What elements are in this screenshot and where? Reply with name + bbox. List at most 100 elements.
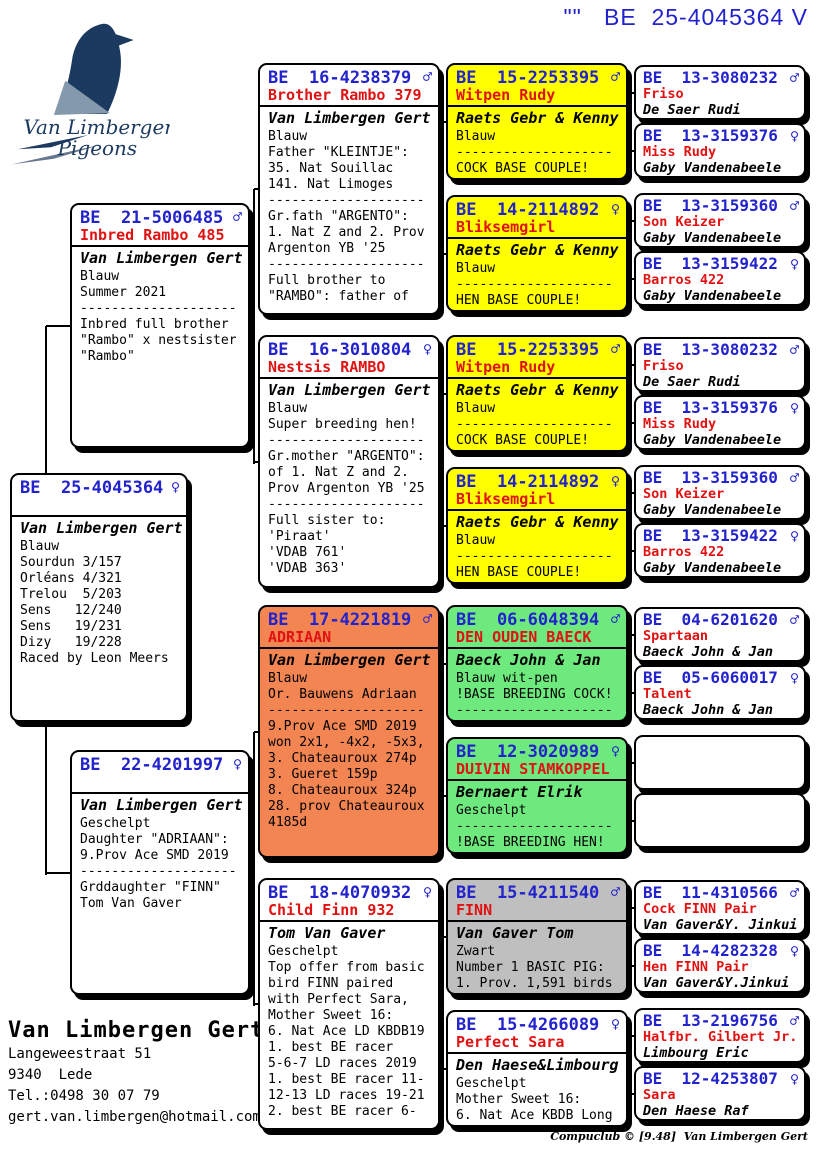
owner-name: Limbourg Eric [643, 1045, 799, 1061]
female-sex-icon: ♀ [171, 479, 180, 495]
body-line: -------------------- [80, 864, 242, 880]
connector-line [253, 732, 255, 1007]
title-gap [582, 4, 604, 30]
female-sex-icon: ♀ [233, 756, 242, 772]
body-line: Mother Sweet 16: [456, 1092, 620, 1108]
box-header: BE 12-3020989 ♀ [456, 743, 620, 761]
body-line: -------------------- [456, 703, 620, 719]
ring-number: BE 15-4266089 [456, 1016, 599, 1034]
connector-line [253, 189, 255, 464]
ring-number: BE 13-3159422 [643, 528, 778, 544]
bird-name: DUIVIN STAMKOPPEL [448, 761, 626, 781]
body-line: -------------------- [268, 497, 432, 513]
owner-address-block: Van Limbergen Gert Langeweestraat 51 934… [8, 1018, 264, 1128]
male-sex-icon: ♂ [233, 209, 242, 225]
bird-name: Brother Rambo 379 [260, 87, 438, 107]
pedigree-box: BE 12-3020989♀DUIVIN STAMKOPPELBernaert … [446, 737, 628, 854]
connector-line [441, 937, 443, 1071]
body-line: Number 1 BASIC PIG: [456, 960, 620, 976]
body-line: 'VDAB 761' [268, 545, 432, 561]
body-line: 2. best BE racer 6- [268, 1104, 432, 1120]
owner-name: Van Gaver Tom [456, 924, 620, 943]
owner-name: Baeck John & Jan [643, 702, 799, 718]
pedigree-box: BE 11-4310566♂Cock FINN PairVan Gaver&Y.… [634, 880, 806, 935]
female-sex-icon: ♀ [611, 743, 620, 759]
body-line: Raced by Leon Meers [20, 651, 180, 667]
ring-number: BE 14-2114892 [456, 201, 599, 219]
owner-name: Baeck John & Jan [643, 644, 799, 660]
pedigree-box [634, 735, 806, 790]
body-line: bird FINN paired [268, 976, 432, 992]
body-line: 1. Nat Z and 2. Prov [268, 225, 432, 241]
body-line: 35. Nat Souillac [268, 161, 432, 177]
bird-name: Bliksemgirl [448, 219, 626, 239]
ring-number: BE 15-2253395 [456, 341, 599, 359]
pedigree-box: BE 12-4253807♀SaraDen Haese Raf [634, 1066, 806, 1121]
owner-city: 9340 Lede [8, 1065, 264, 1086]
bird-name: FINN [448, 902, 626, 922]
box-body: GeschelptMother Sweet 16:6. Nat Ace KBDB… [456, 1075, 620, 1124]
body-line: !BASE BREEDING HEN! [456, 835, 620, 851]
owner-name: Gaby Vandenabeele [643, 560, 799, 576]
bird-name [72, 774, 248, 794]
body-line: Blauw [20, 539, 180, 555]
body-line: Gr.mother "ARGENTO": [268, 449, 432, 465]
ring-number: BE 15-4211540 [456, 884, 599, 902]
body-line: Blauw wit-pen [456, 671, 620, 687]
pedigree-box: BE 04-6201620♂SpartaanBaeck John & Jan [634, 607, 806, 662]
box-body: BlauwSuper breeding hen!----------------… [268, 400, 432, 577]
body-line: Geschelpt [80, 816, 242, 832]
body-line: -------------------- [268, 257, 432, 273]
pedigree-box: BE 22-4201997♀Van Limbergen GertGeschelp… [70, 750, 250, 995]
pedigree-box: BE 13-3159376♀Miss RudyGaby Vandenabeele [634, 123, 806, 178]
box-header: BE 22-4201997♀ [80, 756, 242, 774]
body-line: 1. Prov. 1,591 birds [456, 976, 620, 992]
body-line: "Rambo" [80, 349, 242, 365]
logo-text-line2: Pigeons [57, 136, 137, 160]
bird-name: DEN OUDEN BAECK [448, 629, 626, 649]
male-sex-icon: ♂ [790, 885, 799, 901]
box-header: BE 04-6201620♂ [643, 612, 799, 628]
ring-number: BE 12-3020989 [456, 743, 599, 761]
box-header: BE 14-2114892♀ [456, 201, 620, 219]
female-sex-icon: ♀ [790, 256, 799, 272]
owner-name: Gaby Vandenabeele [643, 502, 799, 518]
ring-number: BE 17-4221819 [268, 611, 411, 629]
body-line: -------------------- [268, 433, 432, 449]
pedigree-box: BE 13-3159360♂Son KeizerGaby Vandenabeel… [634, 465, 806, 520]
bird-name: Inbred Rambo 485 [72, 227, 248, 247]
body-line: "RAMBO": father of [268, 289, 432, 305]
body-line: Geschelpt [456, 1076, 620, 1092]
owner-name: Baeck John & Jan [456, 651, 620, 670]
owner-street: Langeweestraat 51 [8, 1044, 264, 1065]
pedigree-box: BE 13-3080232♂FrisoDe Saer Rudi [634, 65, 806, 120]
body-line: Blauw [268, 129, 432, 145]
body-line: !BASE BREEDING COCK! [456, 687, 620, 703]
program-credit: Compuclub © [9.48] Van Limbergen Gert [550, 1130, 808, 1143]
ring-number: BE 13-3159376 [643, 400, 778, 416]
body-line: Full brother to [268, 273, 432, 289]
box-body: BlauwSummer 2021--------------------Inbr… [80, 268, 242, 365]
page-title: "" BE 25-4045364 V [400, 4, 808, 31]
owner-name: De Saer Rudi [643, 102, 799, 118]
box-header: BE 15-2253395♂ [456, 341, 620, 359]
body-line: with Perfect Sara, [268, 992, 432, 1008]
pedigree-box: BE 15-4266089♀Perfect SaraDen Haese&Limb… [446, 1010, 628, 1127]
bird-name: Witpen Rudy [448, 359, 626, 379]
pedigree-box: BE 16-4238379♂Brother Rambo 379Van Limbe… [258, 63, 440, 315]
box-header: BE 13-3159376♀ [643, 128, 799, 144]
box-body: ZwartNumber 1 BASIC PIG:1. Prov. 1,591 b… [456, 943, 620, 992]
owner-name: Gaby Vandenabeele [643, 288, 799, 304]
bird-name: Barros 422 [643, 272, 799, 288]
owner-name: Gaby Vandenabeele [643, 230, 799, 246]
body-line: Tom Van Gaver [80, 896, 242, 912]
box-body: Blauw--------------------COCK BASE COUPL… [456, 128, 620, 177]
pedigree-box: BE 14-2114892♀BliksemgirlRaets Gebr & Ke… [446, 195, 628, 312]
bird-name: Son Keizer [643, 214, 799, 230]
box-header: BE 18-4070932♀ [268, 884, 432, 902]
box-header: BE 12-4253807♀ [643, 1071, 799, 1087]
body-line: -------------------- [268, 193, 432, 209]
owner-email: gert.van.limbergen@hotmail.com [8, 1107, 264, 1128]
box-header: BE 25-4045364♀ [20, 479, 180, 497]
body-line: COCK BASE COUPLE! [456, 161, 620, 177]
